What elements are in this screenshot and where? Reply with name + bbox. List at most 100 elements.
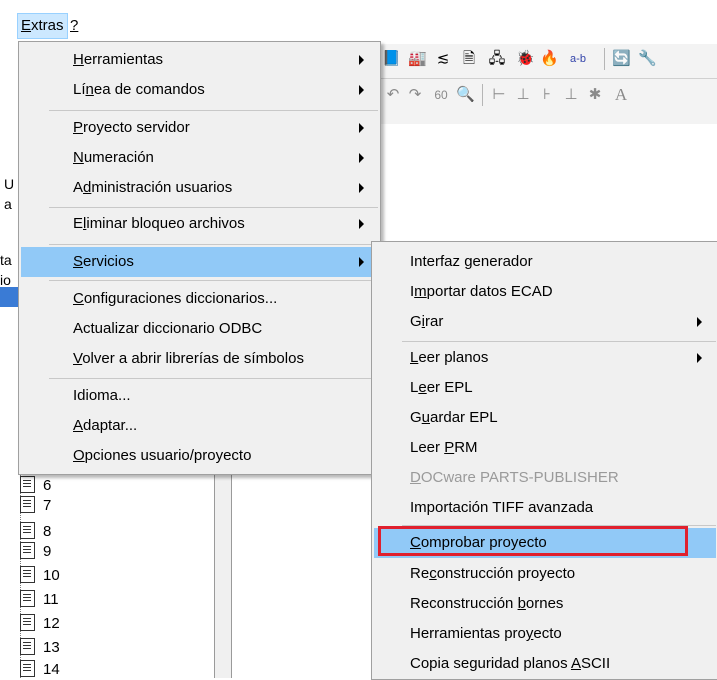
bug-icon[interactable]: 🐞 — [516, 50, 535, 68]
tree-item-label: 8 — [43, 523, 52, 540]
menu-item-leer-planos[interactable]: Leer planos — [374, 343, 716, 373]
menu-item-reconstruccion-proyecto[interactable]: Reconstrucción proyecto — [374, 559, 716, 589]
tree-item-label: 6 — [43, 477, 52, 494]
menu-item-proyecto-servidor[interactable]: Proyecto servidor — [21, 113, 378, 143]
page-icon — [20, 590, 35, 607]
menu-separator — [402, 525, 716, 526]
extras-menu: Herramientas Línea de comandos Proyecto … — [18, 41, 381, 475]
dimension-icon[interactable]: ⊦ — [538, 86, 556, 104]
menu-bar: Extras ? — [0, 0, 717, 44]
connect-icon[interactable]: ⊢ — [490, 86, 508, 104]
submenu-arrow-icon — [359, 219, 364, 229]
book-icon[interactable]: 📘 — [382, 50, 401, 68]
menu-item-reconstruccion-bornes[interactable]: Reconstrucción bornes — [374, 589, 716, 619]
menu-item-actualizar-odbc[interactable]: Actualizar diccionario ODBC — [21, 314, 378, 344]
tree-item[interactable]: 6 — [20, 476, 51, 496]
menu-separator — [49, 378, 378, 379]
menu-item-idioma[interactable]: Idioma... — [21, 381, 378, 411]
menu-item-interfaz-generador[interactable]: Interfaz generador — [374, 247, 716, 277]
page-icon — [20, 522, 35, 539]
factory-icon[interactable]: 🏭 — [408, 50, 427, 68]
tree-item[interactable]: 11 — [20, 590, 59, 610]
menu-item-herramientas-proyecto[interactable]: Herramientas proyecto — [374, 619, 716, 649]
page-icon — [20, 566, 35, 583]
menu-item-opciones-usuario[interactable]: Opciones usuario/proyecto — [21, 441, 378, 471]
asterisk-icon[interactable]: ✱ — [586, 86, 604, 104]
tree-item[interactable]: 10 — [20, 566, 60, 586]
submenu-arrow-icon — [359, 85, 364, 95]
menu-item-herramientas[interactable]: Herramientas — [21, 45, 378, 75]
toolbar-separator — [604, 48, 605, 70]
search-icon[interactable]: 🔍 — [456, 86, 475, 104]
submenu-arrow-icon — [359, 123, 364, 133]
tree-item[interactable]: 12 — [20, 614, 60, 634]
tree-item-label: 12 — [43, 615, 60, 632]
toolbar-row-2: ↶ ↷ 60 🔍 ⊢ ⊥ ⊦ ⊥ ✱ A — [380, 80, 717, 110]
tree-item[interactable]: 9 — [20, 542, 51, 562]
submenu-arrow-icon — [697, 317, 702, 327]
menu-separator — [49, 280, 378, 281]
redo-icon[interactable]: ↷ — [406, 86, 424, 104]
app-toolbar: 📘 🏭 ≲ 🗎 🖧 🐞 🔥 a-b 🔄 🔧 ↶ ↷ 60 🔍 ⊢ ⊥ ⊦ ⊥ ✱… — [380, 44, 717, 125]
toolbar-separator — [482, 84, 483, 106]
glasses-icon[interactable]: 60 — [432, 86, 450, 104]
tree-item[interactable]: 14 — [20, 660, 60, 680]
tool-icon[interactable]: 🔧 — [638, 50, 657, 68]
menu-item-administracion-usuarios[interactable]: Administración usuarios — [21, 173, 378, 203]
undo-icon[interactable]: ↶ — [384, 86, 402, 104]
menu-separator — [49, 110, 378, 111]
menu-item-numeracion[interactable]: Numeración — [21, 143, 378, 173]
text-icon[interactable]: A — [612, 86, 630, 104]
ground-icon[interactable]: ⊥ — [562, 86, 580, 104]
submenu-arrow-icon — [359, 55, 364, 65]
page-icon — [20, 476, 35, 493]
selected-row-fragment — [0, 287, 20, 307]
tree-item-label: 14 — [43, 661, 60, 678]
menu-help[interactable]: ? — [67, 14, 81, 38]
network-icon[interactable]: 🖧 — [488, 50, 506, 68]
menu-separator — [49, 207, 378, 208]
tree-item[interactable]: 7 — [20, 496, 51, 516]
refresh-icon[interactable]: 🔄 — [612, 50, 631, 68]
menu-item-comprobar-proyecto[interactable]: Comprobar proyecto — [374, 528, 716, 558]
menu-item-girar[interactable]: Girar — [374, 307, 716, 337]
submenu-arrow-icon — [359, 183, 364, 193]
menu-separator — [402, 341, 716, 342]
tree-item-label: 13 — [43, 639, 60, 656]
tree-item-label: 9 — [43, 543, 52, 560]
page-icon — [20, 542, 35, 559]
page-icon — [20, 638, 35, 655]
menu-item-copia-seguridad-ascii[interactable]: Copia seguridad planos ASCII — [374, 649, 716, 679]
menu-item-adaptar[interactable]: Adaptar... — [21, 411, 378, 441]
ground-icon[interactable]: ⊥ — [514, 86, 532, 104]
page-icon — [20, 496, 35, 513]
panel-splitter[interactable] — [214, 470, 232, 678]
toolbar-row-1: 📘 🏭 ≲ 🗎 🖧 🐞 🔥 a-b 🔄 🔧 — [380, 44, 717, 74]
menu-item-volver-abrir-librerias[interactable]: Volver a abrir librerías de símbolos — [21, 344, 378, 374]
menu-item-guardar-epl[interactable]: Guardar EPL — [374, 403, 716, 433]
menu-extras-mnemonic: E — [21, 17, 32, 34]
menu-help-label: ? — [70, 17, 79, 34]
menu-item-configuraciones-diccionarios[interactable]: Configuraciones diccionarios... — [21, 284, 378, 314]
symbol-icon[interactable]: ≲ — [434, 50, 452, 68]
menu-extras[interactable]: Extras — [17, 13, 68, 39]
menu-item-importacion-tiff[interactable]: Importación TIFF avanzada — [374, 493, 716, 523]
servicios-submenu: Interfaz generador Importar datos ECAD G… — [371, 241, 717, 680]
a-b-icon[interactable]: a-b — [564, 50, 592, 68]
menu-item-leer-epl[interactable]: Leer EPL — [374, 373, 716, 403]
menu-item-importar-ecad[interactable]: Importar datos ECAD — [374, 277, 716, 307]
menu-item-servicios[interactable]: Servicios — [21, 247, 378, 277]
tree-item[interactable]: 8 — [20, 522, 51, 542]
tree-item[interactable]: 13 — [20, 638, 60, 658]
menu-item-leer-prm[interactable]: Leer PRM — [374, 433, 716, 463]
menu-extras-label: xtras — [31, 17, 64, 34]
menu-item-linea-comandos[interactable]: Línea de comandos — [21, 75, 378, 105]
flame-icon[interactable]: 🔥 — [540, 50, 559, 68]
menu-item-eliminar-bloqueo[interactable]: Eliminar bloqueo archivos — [21, 209, 378, 239]
tree-item-label: 10 — [43, 567, 60, 584]
page-icon — [20, 614, 35, 631]
tree-item-label: 11 — [43, 591, 59, 608]
page-tree: 6 7 8 9 10 11 12 13 14 — [14, 470, 214, 678]
tree-item-label: 7 — [43, 497, 52, 514]
document-icon[interactable]: 🗎 — [460, 50, 478, 68]
